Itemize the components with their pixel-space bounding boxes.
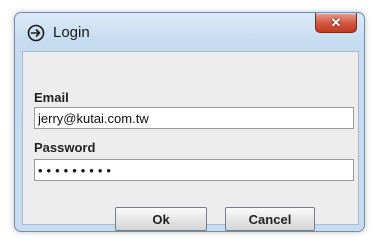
cancel-button[interactable]: Cancel bbox=[225, 207, 315, 231]
arrow-circle-icon bbox=[27, 24, 45, 42]
ok-button[interactable]: Ok bbox=[115, 207, 207, 231]
dialog-content: Email Password Ok Cancel bbox=[22, 51, 359, 231]
password-field[interactable] bbox=[34, 159, 354, 181]
title-bar[interactable]: Login ✕ bbox=[15, 13, 364, 51]
email-field[interactable] bbox=[34, 107, 354, 129]
close-button[interactable]: ✕ bbox=[315, 13, 357, 33]
window-title: Login bbox=[53, 24, 90, 41]
login-dialog: Login ✕ Email Password Ok Cancel bbox=[14, 12, 365, 232]
password-label: Password bbox=[34, 140, 96, 155]
email-label: Email bbox=[34, 90, 69, 105]
